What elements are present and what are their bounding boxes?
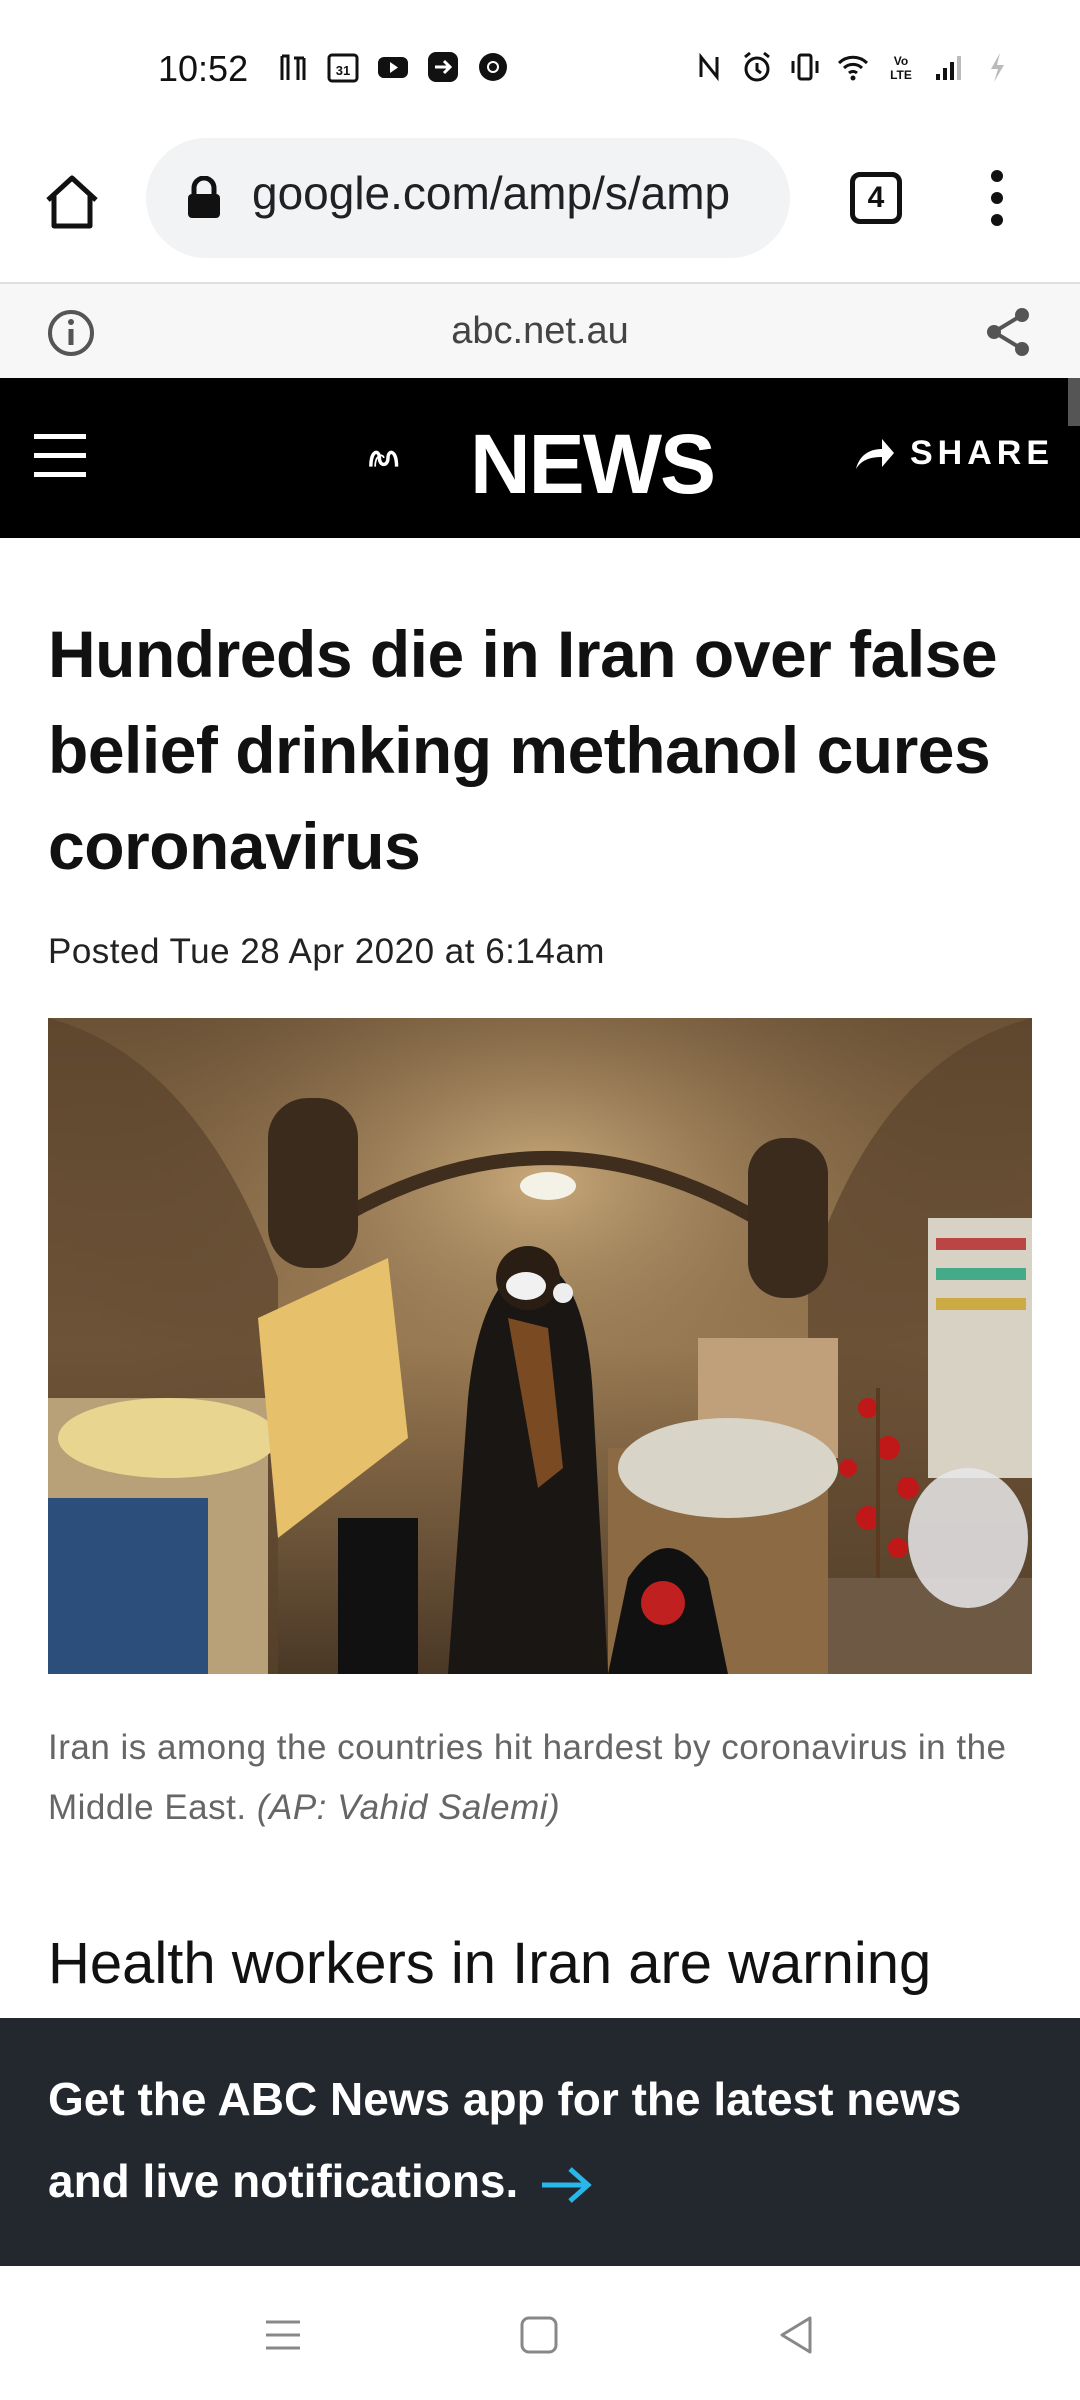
home-nav-icon[interactable] xyxy=(514,2310,564,2360)
image-caption: Iran is among the countries hit hardest … xyxy=(48,1718,1038,1838)
article-lede: Health workers in Iran are warning xyxy=(48,1931,932,1996)
arrow-right-icon[interactable] xyxy=(540,2165,594,2205)
hero-image[interactable] xyxy=(48,1018,1032,1674)
abc-news-header: NEWS SHARE xyxy=(0,378,1080,538)
recent-apps-icon[interactable] xyxy=(258,2310,308,2360)
abc-logo-text[interactable]: NEWS xyxy=(470,416,716,513)
svg-text:LTE: LTE xyxy=(890,68,912,82)
photo-credit: (AP: Vahid Salemi) xyxy=(256,1788,561,1827)
app-promo-label: Get the ABC News app for the latest news… xyxy=(48,2073,962,2207)
back-nav-icon[interactable] xyxy=(772,2310,822,2360)
app-promo-banner[interactable]: Get the ABC News app for the latest news… xyxy=(0,2018,1080,2266)
status-time: 10:52 xyxy=(158,48,249,89)
abc-logo-icon[interactable] xyxy=(368,418,468,498)
calendar-icon: 31 xyxy=(327,53,359,83)
url-text[interactable]: google.com/amp/s/amp xyxy=(252,166,772,226)
youtube-icon xyxy=(378,57,408,78)
alarm-icon xyxy=(744,51,770,82)
status-right-icons: Vo LTE xyxy=(692,50,1014,84)
system-navigation-bar xyxy=(0,2266,1080,2400)
chrome-icon xyxy=(479,53,507,81)
abc-share-label: SHARE xyxy=(910,434,1055,472)
share-arrow-icon xyxy=(856,438,894,469)
status-bar: 10:52 31 Vo LTE xyxy=(0,0,1080,132)
share-icon[interactable] xyxy=(984,306,1032,358)
status-left-icons: 31 xyxy=(276,50,510,84)
signal-icon xyxy=(936,56,961,80)
abc-share-button[interactable]: SHARE xyxy=(854,434,1054,473)
tab-switcher-button[interactable]: 4 xyxy=(850,172,902,224)
wifi-icon xyxy=(837,55,869,81)
svg-text:Vo: Vo xyxy=(894,54,908,68)
bazaar-photo xyxy=(48,1018,1032,1674)
hamburger-menu-icon[interactable] xyxy=(30,428,90,484)
amp-info-bar: abc.net.au xyxy=(0,282,1080,378)
volte-icon: VoLTE xyxy=(890,54,912,82)
site-domain: abc.net.au xyxy=(451,310,629,352)
forward-icon xyxy=(428,52,458,82)
vibrate-icon xyxy=(791,53,819,81)
svg-text:31: 31 xyxy=(336,63,350,78)
app-promo-text[interactable]: Get the ABC News app for the latest news… xyxy=(48,2058,1038,2222)
scrollbar-thumb[interactable] xyxy=(1068,378,1080,426)
lock-icon[interactable] xyxy=(186,176,222,220)
article-headline: Hundreds die in Iran over false belief d… xyxy=(48,617,998,883)
battery-icon xyxy=(991,53,1004,82)
more-options-icon[interactable] xyxy=(982,168,1012,228)
posted-date: Posted Tue 28 Apr 2020 at 6:14am xyxy=(48,932,605,971)
nfc-icon xyxy=(699,52,719,82)
home-icon[interactable] xyxy=(42,172,102,232)
data-saver-icon xyxy=(280,54,306,80)
